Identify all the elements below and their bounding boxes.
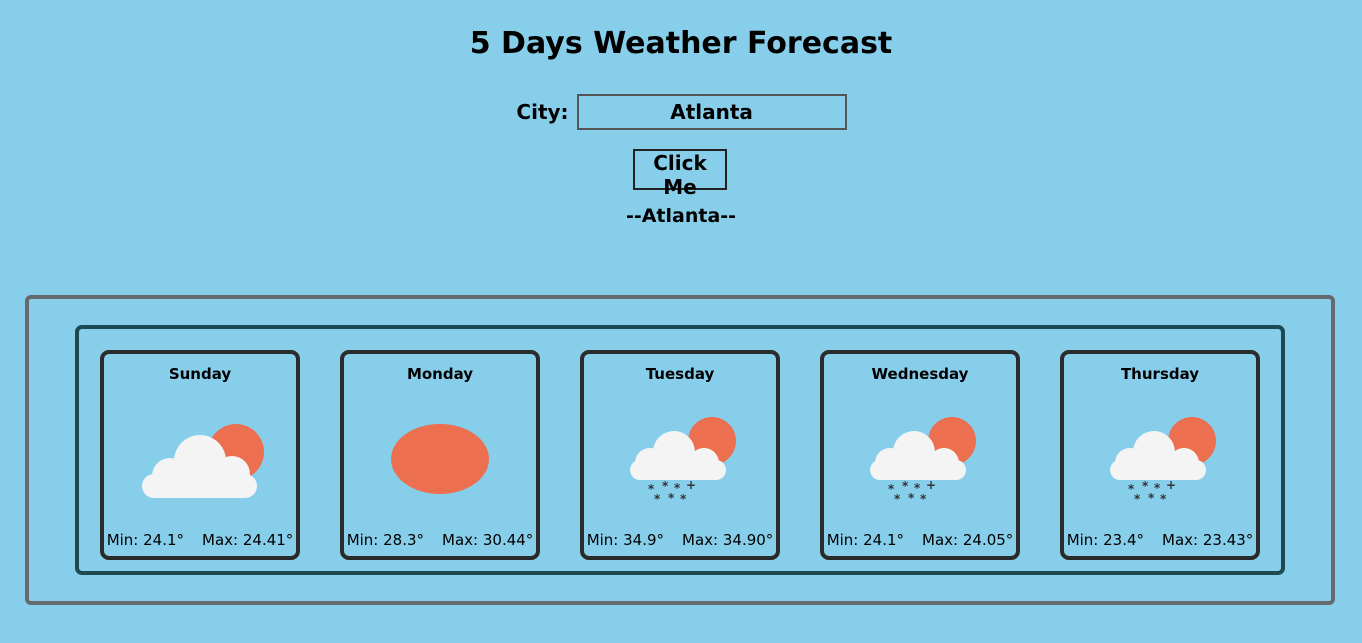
min-temp: Min: 23.4°: [1066, 531, 1145, 549]
max-temp: Max: 34.90°: [682, 531, 774, 549]
svg-text:+: +: [926, 478, 936, 492]
day-label: Monday: [406, 365, 474, 383]
max-temp: Max: 24.41°: [202, 531, 294, 549]
city-search-row: City:: [0, 94, 1362, 130]
min-temp: Min: 24.1°: [106, 531, 185, 549]
svg-text:*: *: [680, 492, 687, 504]
min-temp: Min: 34.9°: [586, 531, 665, 549]
svg-text:*: *: [920, 492, 927, 504]
max-temp: Max: 30.44°: [442, 531, 534, 549]
svg-text:*: *: [908, 491, 915, 504]
city-input[interactable]: [576, 94, 847, 130]
temperature-range: Min: 23.4° Max: 23.43°: [1064, 530, 1256, 550]
city-label: City:: [516, 100, 569, 124]
snow-cloud-sun-icon: * * * + * * *: [630, 417, 736, 504]
temperature-range: Min: 34.9° Max: 34.90°: [584, 530, 776, 550]
svg-text:*: *: [654, 492, 661, 504]
snow-cloud-sun-icon: * * * + * * *: [1110, 417, 1216, 504]
min-temp: Min: 28.3°: [346, 531, 425, 549]
svg-text:+: +: [1166, 478, 1176, 492]
forecast-card-tuesday: Tuesday * * * + * * * Min: 34.9° Max: 34…: [580, 350, 780, 560]
day-label: Wednesday: [871, 365, 969, 383]
forecast-card-sunday: Sunday Min: 24.1° Max: 24.41°: [100, 350, 300, 560]
svg-text:*: *: [1160, 492, 1167, 504]
snow-cloud-sun-icon: * * * + * * *: [870, 417, 976, 504]
min-temp: Min: 24.1°: [826, 531, 905, 549]
forecast-card-wednesday: Wednesday * * * + * * * Min: 24.1° Max: …: [820, 350, 1020, 560]
submit-button[interactable]: Click Me: [633, 149, 727, 199]
svg-text:*: *: [668, 491, 675, 504]
page-title: 5 Days Weather Forecast: [469, 26, 893, 61]
svg-text:+: +: [686, 478, 696, 492]
day-label: Thursday: [1120, 365, 1200, 383]
forecast-card-thursday: Thursday * * * + * * * Min: 23.4° Max: 2…: [1060, 350, 1260, 560]
temperature-range: Min: 28.3° Max: 30.44°: [344, 530, 536, 550]
sun-icon: [391, 424, 489, 494]
city-heading: --Atlanta--: [625, 205, 737, 227]
temperature-range: Min: 24.1° Max: 24.41°: [104, 530, 296, 550]
temperature-range: Min: 24.1° Max: 24.05°: [824, 530, 1016, 550]
forecast-card-monday: Monday Min: 28.3° Max: 30.44°: [340, 350, 540, 560]
day-label: Tuesday: [645, 365, 715, 383]
svg-text:*: *: [1134, 492, 1141, 504]
svg-text:*: *: [894, 492, 901, 504]
day-label: Sunday: [168, 365, 232, 383]
partly-cloudy-icon: [142, 424, 264, 498]
max-temp: Max: 24.05°: [922, 531, 1014, 549]
svg-text:*: *: [1148, 491, 1155, 504]
max-temp: Max: 23.43°: [1162, 531, 1254, 549]
